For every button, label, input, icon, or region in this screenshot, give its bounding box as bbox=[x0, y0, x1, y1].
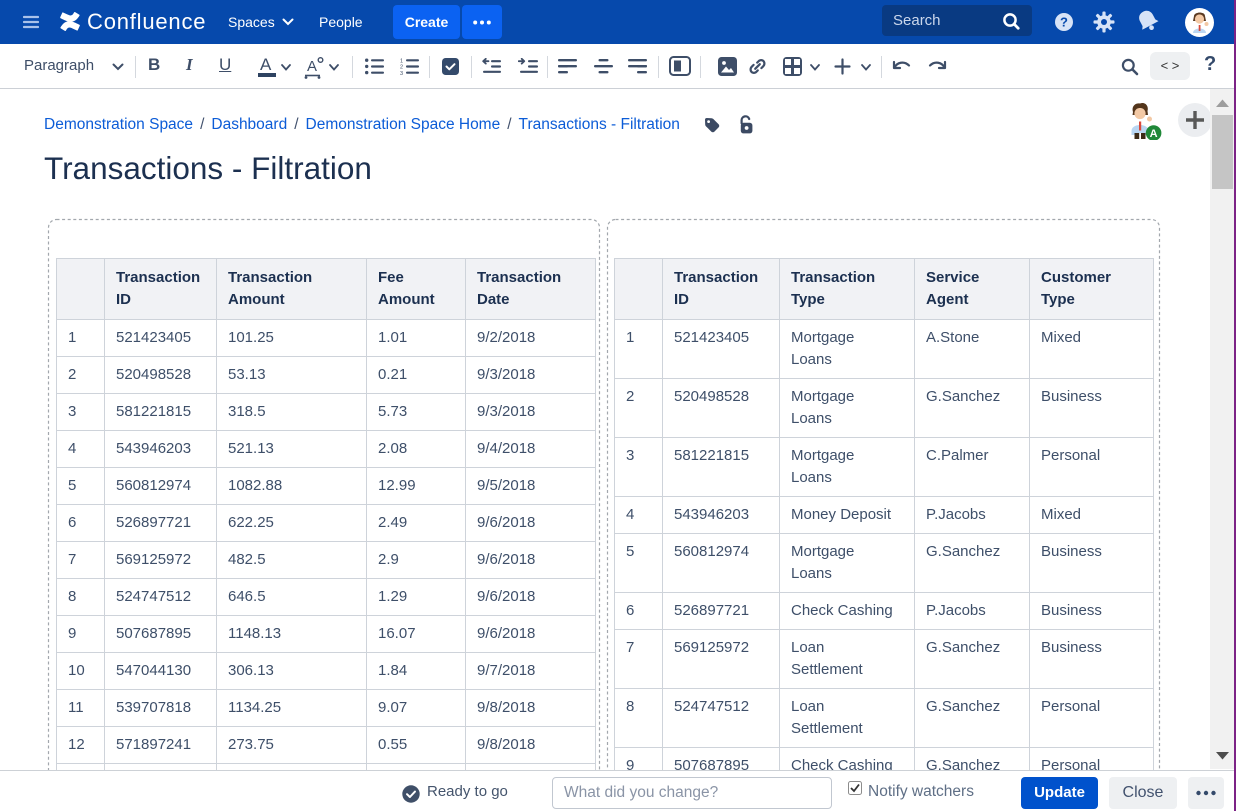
svg-text:A: A bbox=[307, 58, 317, 75]
svg-text:1: 1 bbox=[400, 59, 403, 65]
svg-text:?: ? bbox=[1060, 15, 1068, 30]
svg-text:A: A bbox=[1150, 128, 1158, 140]
svg-text:2: 2 bbox=[400, 65, 403, 71]
svg-text:3: 3 bbox=[400, 71, 403, 75]
